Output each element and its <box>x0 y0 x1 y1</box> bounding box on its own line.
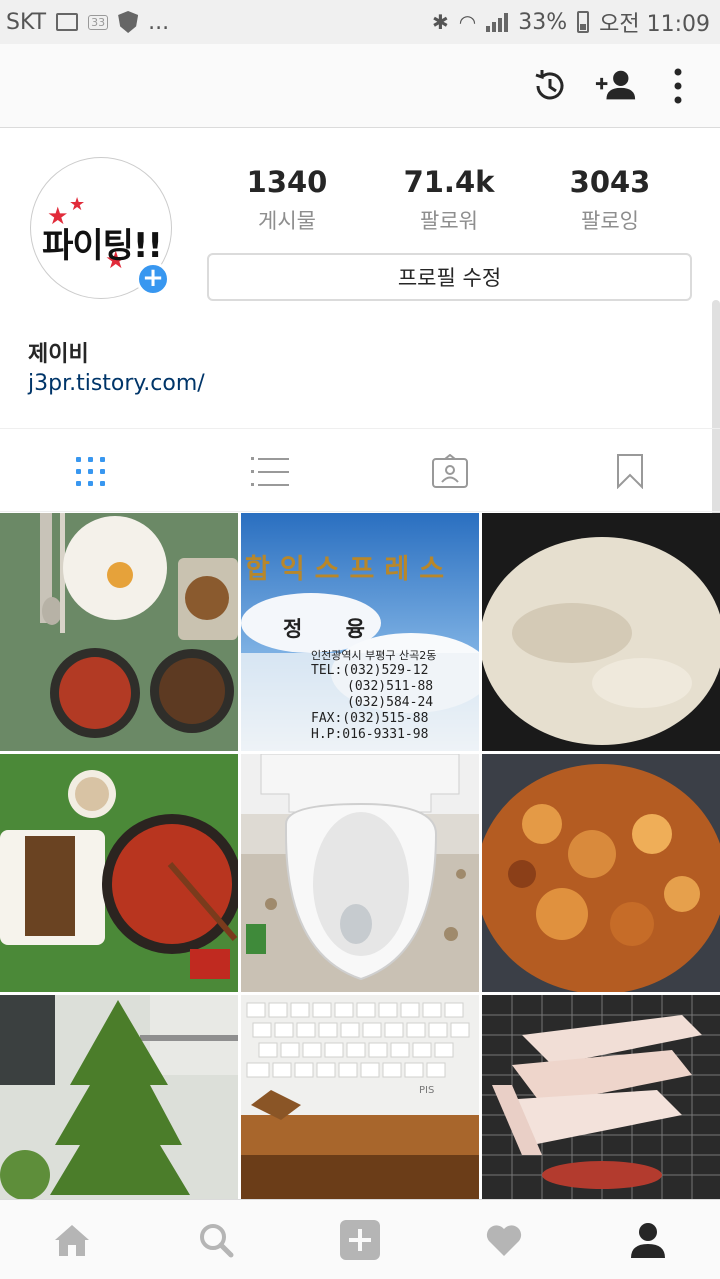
status-left: SKT 33 ... <box>6 10 169 35</box>
posts-label: 게시물 <box>258 209 316 233</box>
bottom-navigation <box>0 1199 720 1279</box>
saved-icon <box>617 454 643 489</box>
notification-badge: 33 <box>88 14 109 30</box>
card-line-3: (032)584-24 <box>347 695 434 710</box>
battery-icon <box>577 11 590 33</box>
carrier-label: SKT <box>6 9 47 35</box>
bluetooth-icon: ✱ <box>432 10 449 34</box>
posts-stat[interactable]: 1340 게시물 <box>217 165 357 235</box>
more-options-icon[interactable] <box>656 64 700 108</box>
add-story-icon[interactable]: + <box>136 262 170 296</box>
nav-home[interactable] <box>0 1200 144 1279</box>
signal-icon <box>486 12 509 32</box>
home-icon <box>55 1225 89 1256</box>
followers-count: 71.4k <box>403 165 495 199</box>
grid-icon <box>75 456 105 486</box>
card-line-4: FAX:(032)515-88 <box>311 711 429 726</box>
card-title: 합익스프레스 <box>245 554 455 585</box>
status-right: ✱ ◠ 33% 오전 11:09 <box>432 6 710 38</box>
more-notifications: ... <box>148 9 170 35</box>
wifi-icon: ◠ <box>458 10 477 34</box>
posts-count: 1340 <box>246 165 328 199</box>
card-line-1: TEL:(032)529-12 <box>311 663 429 678</box>
status-bar: SKT 33 ... ✱ ◠ 33% 오전 11:09 <box>0 0 720 44</box>
photo-toilet[interactable] <box>241 754 479 992</box>
nav-search[interactable] <box>144 1200 288 1279</box>
card-name: 정 융 <box>283 617 383 641</box>
list-icon <box>251 457 289 486</box>
tab-tagged[interactable] <box>360 429 540 513</box>
tab-saved[interactable] <box>540 429 720 513</box>
edit-profile-button[interactable]: 프로필 수정 <box>207 253 692 301</box>
tab-grid[interactable] <box>0 429 180 513</box>
profile-website-link[interactable]: j3pr.tistory.com/ <box>28 371 205 396</box>
card-line-5: H.P:016-9331-98 <box>311 727 429 742</box>
add-icon <box>340 1220 380 1260</box>
clock: 오전 11:09 <box>599 12 710 37</box>
photo-grilled-pork[interactable] <box>482 995 720 1199</box>
following-count: 3043 <box>569 165 651 199</box>
star-icon: ★ <box>69 194 86 215</box>
photo-korean-meal[interactable] <box>0 513 238 751</box>
avatar-text: 파이팅!! <box>42 226 163 266</box>
followers-label: 팔로워 <box>420 209 478 233</box>
followers-stat[interactable]: 71.4k 팔로워 <box>379 165 519 235</box>
profile-tabs <box>0 428 720 512</box>
card-address: 인천광역시 부평구 산곡2동 <box>311 649 437 662</box>
profile-name: 제이비 <box>28 342 89 367</box>
photo-plant[interactable] <box>0 995 238 1199</box>
photo-rice-pot[interactable] <box>482 513 720 751</box>
tab-list[interactable] <box>180 429 360 513</box>
add-person-icon[interactable] <box>594 64 638 108</box>
nav-add[interactable] <box>288 1200 432 1279</box>
archive-history-icon[interactable] <box>528 64 572 108</box>
photo-business-card[interactable]: 합익스프레스 정 융 인천광역시 부평구 산곡2동 TEL:(032)529-1… <box>241 513 479 751</box>
action-bar <box>0 44 720 128</box>
nav-activity[interactable] <box>432 1200 576 1279</box>
search-icon <box>200 1224 234 1258</box>
photo-tteokbokki[interactable] <box>0 754 238 992</box>
following-label: 팔로잉 <box>581 209 639 233</box>
shield-icon <box>118 11 139 33</box>
profile-icon <box>631 1223 665 1258</box>
heart-icon <box>486 1225 522 1256</box>
photo-stew[interactable] <box>482 754 720 992</box>
tagged-icon <box>432 454 468 488</box>
gallery-icon <box>56 13 79 31</box>
keyboard-brand: PIS <box>419 1085 435 1096</box>
card-line-2: (032)511-88 <box>347 679 434 694</box>
battery-percent: 33% <box>518 9 568 35</box>
nav-profile[interactable] <box>576 1200 720 1279</box>
following-stat[interactable]: 3043 팔로잉 <box>540 165 680 235</box>
photo-keyboard[interactable]: PIS <box>241 995 479 1199</box>
